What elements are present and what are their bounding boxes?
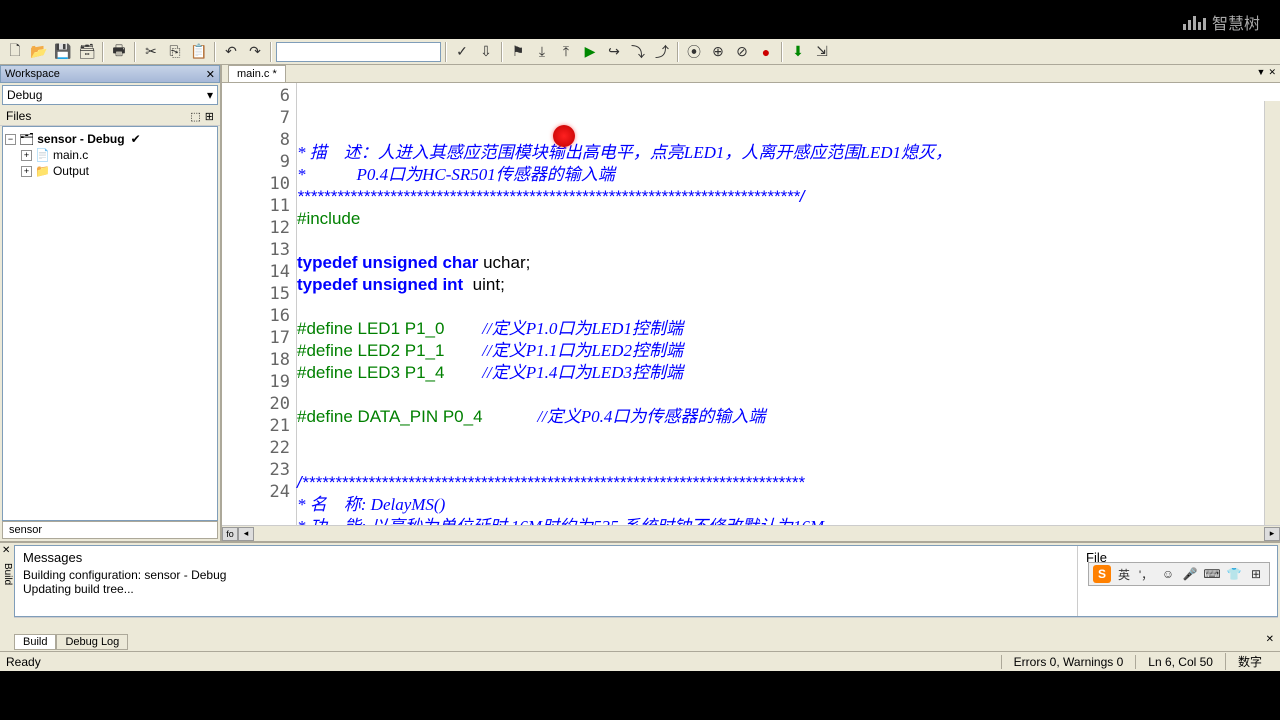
tab-build[interactable]: Build bbox=[14, 634, 56, 650]
ime-skin-icon[interactable]: 👕 bbox=[1225, 565, 1243, 583]
build-side-label: Build bbox=[0, 561, 15, 587]
workspace-header: Workspace ✕ bbox=[0, 65, 220, 83]
messages-panel: ✕ Build Messages Building configuration:… bbox=[0, 541, 1280, 651]
c-file-icon: 📄 bbox=[35, 148, 50, 162]
project-icon: 🗂 bbox=[19, 132, 34, 146]
workspace-title: Workspace bbox=[5, 68, 60, 80]
check-icon: ✔ bbox=[131, 132, 141, 146]
files-label: Files bbox=[6, 109, 31, 123]
build-msg-2: Updating build tree... bbox=[23, 582, 1069, 596]
watermark-logo: 智慧树 bbox=[1183, 10, 1260, 34]
build-msg-1: Building configuration: sensor - Debug bbox=[23, 568, 1069, 582]
print-icon[interactable]: 🖶 bbox=[108, 41, 130, 63]
config-dropdown[interactable]: Debug ▾ bbox=[2, 85, 218, 105]
messages-scrollbar[interactable] bbox=[14, 617, 1278, 633]
collapse-icon[interactable]: − bbox=[5, 134, 16, 145]
file-tree[interactable]: − 🗂 sensor - Debug ✔ + 📄 main.c + 📁 Outp… bbox=[2, 126, 218, 521]
highlight-marker bbox=[553, 125, 575, 147]
paste-icon[interactable]: 📋 bbox=[188, 41, 210, 63]
messages-close-icon[interactable]: ✕ bbox=[2, 545, 10, 556]
ime-keyboard-icon[interactable]: ⌨ bbox=[1203, 565, 1221, 583]
top-letterbox: 智慧树 bbox=[0, 0, 1280, 39]
ime-settings-icon[interactable]: ⊞ bbox=[1247, 565, 1265, 583]
editor-tabbar: main.c * ▼ ✕ bbox=[222, 65, 1280, 83]
code-view[interactable]: 6789101112131415161718192021222324 * 描 述… bbox=[222, 83, 1280, 525]
tree-output[interactable]: Output bbox=[53, 164, 89, 178]
download-icon[interactable]: ⬇ bbox=[787, 41, 809, 63]
tab-dropdown-icon[interactable]: ▼ bbox=[1257, 67, 1266, 78]
main-toolbar: 🗋 📂 💾 🗃 🖶 ✂ ⎘ 📋 ↶ ↷ ✓ ⇩ ⚑ ⤓ ⤒ ▶ ↪ ⤵ ⤴ ⦿ … bbox=[0, 39, 1280, 65]
scroll-right-icon[interactable]: ▸ bbox=[1264, 527, 1280, 541]
bars-icon bbox=[1183, 14, 1206, 30]
vertical-scrollbar[interactable] bbox=[1264, 101, 1280, 525]
chevron-down-icon: ▾ bbox=[207, 88, 213, 102]
disable-bp-icon[interactable]: ⊘ bbox=[731, 41, 753, 63]
stop-icon[interactable]: ● bbox=[755, 41, 777, 63]
step-out-icon[interactable]: ⤴ bbox=[651, 41, 673, 63]
editor-area: main.c * ▼ ✕ 678910111213141516171819202… bbox=[222, 65, 1280, 541]
prev-bookmark-icon[interactable]: ⤒ bbox=[555, 41, 577, 63]
next-bookmark-icon[interactable]: ⤓ bbox=[531, 41, 553, 63]
scroll-left-icon[interactable]: ◂ bbox=[238, 527, 254, 541]
ime-mic-icon[interactable]: 🎤 bbox=[1181, 565, 1199, 583]
watermark-text: 智慧树 bbox=[1212, 10, 1260, 34]
undo-icon[interactable]: ↶ bbox=[220, 41, 242, 63]
workspace-close-icon[interactable]: ✕ bbox=[206, 68, 215, 81]
fn-list-icon[interactable]: fo bbox=[222, 527, 238, 541]
tab-close-icon[interactable]: ✕ bbox=[1268, 67, 1276, 78]
sogou-icon[interactable]: S bbox=[1093, 565, 1111, 583]
ime-lang[interactable]: 英 bbox=[1115, 565, 1133, 583]
workspace-panel: Workspace ✕ Debug ▾ Files ⬚ ⊞ − 🗂 sensor… bbox=[0, 65, 222, 541]
col-icon-2[interactable]: ⊞ bbox=[205, 110, 214, 123]
redo-icon[interactable]: ↷ bbox=[244, 41, 266, 63]
bottom-letterbox bbox=[0, 671, 1280, 700]
files-header: Files ⬚ ⊞ bbox=[0, 107, 220, 126]
tree-main-c[interactable]: main.c bbox=[53, 148, 88, 162]
ime-toolbar[interactable]: S 英 '， ☺ 🎤 ⌨ 👕 ⊞ bbox=[1088, 562, 1270, 586]
step-over-icon[interactable]: ↪ bbox=[603, 41, 625, 63]
debug-download-icon[interactable]: ⇲ bbox=[811, 41, 833, 63]
line-gutter: 6789101112131415161718192021222324 bbox=[222, 83, 297, 525]
new-file-icon[interactable]: 🗋 bbox=[4, 41, 26, 63]
code-content[interactable]: * 描 述：人进入其感应范围模块输出高电平，点亮LED1，人离开感应范围LED1… bbox=[297, 83, 1280, 525]
status-bar: Ready Errors 0, Warnings 0 Ln 6, Col 50 … bbox=[0, 651, 1280, 671]
tree-root[interactable]: sensor - Debug bbox=[37, 132, 124, 146]
toggle-bp-icon[interactable]: ⊕ bbox=[707, 41, 729, 63]
compile-icon[interactable]: ✓ bbox=[451, 41, 473, 63]
messages-column[interactable]: Messages Building configuration: sensor … bbox=[15, 546, 1077, 616]
expand-icon[interactable]: + bbox=[21, 166, 32, 177]
find-combo[interactable] bbox=[276, 42, 441, 62]
messages-header: Messages bbox=[23, 550, 1069, 565]
folder-icon: 📁 bbox=[35, 164, 50, 178]
expand-icon[interactable]: + bbox=[21, 150, 32, 161]
save-icon[interactable]: 💾 bbox=[52, 41, 74, 63]
tab-debug-log[interactable]: Debug Log bbox=[56, 634, 128, 650]
messages-panel-close-icon[interactable]: ✕ bbox=[1266, 634, 1274, 645]
cut-icon[interactable]: ✂ bbox=[140, 41, 162, 63]
open-file-icon[interactable]: 📂 bbox=[28, 41, 50, 63]
toggle-bookmark-icon[interactable]: ⚑ bbox=[507, 41, 529, 63]
go-icon[interactable]: ▶ bbox=[579, 41, 601, 63]
config-value: Debug bbox=[7, 88, 42, 102]
copy-icon[interactable]: ⎘ bbox=[164, 41, 186, 63]
horizontal-scrollbar[interactable]: fo ◂ ▸ bbox=[222, 525, 1280, 541]
save-all-icon[interactable]: 🗃 bbox=[76, 41, 98, 63]
status-cursor: Ln 6, Col 50 bbox=[1135, 655, 1225, 669]
step-into-icon[interactable]: ⤵ bbox=[627, 41, 649, 63]
ide-window: 🗋 📂 💾 🗃 🖶 ✂ ⎘ 📋 ↶ ↷ ✓ ⇩ ⚑ ⤓ ⤒ ▶ ↪ ⤵ ⤴ ⦿ … bbox=[0, 39, 1280, 671]
workspace-bottom-tab[interactable]: sensor bbox=[2, 521, 218, 539]
col-icon-1[interactable]: ⬚ bbox=[190, 110, 200, 123]
status-ready: Ready bbox=[6, 655, 1001, 669]
file-tab-main-c[interactable]: main.c * bbox=[228, 65, 286, 82]
ime-punct-icon[interactable]: '， bbox=[1137, 565, 1155, 583]
make-icon[interactable]: ⇩ bbox=[475, 41, 497, 63]
ime-emoji-icon[interactable]: ☺ bbox=[1159, 565, 1177, 583]
status-mode: 数字 bbox=[1225, 653, 1274, 670]
status-errors: Errors 0, Warnings 0 bbox=[1001, 655, 1136, 669]
breakpoint-icon[interactable]: ⦿ bbox=[683, 41, 705, 63]
